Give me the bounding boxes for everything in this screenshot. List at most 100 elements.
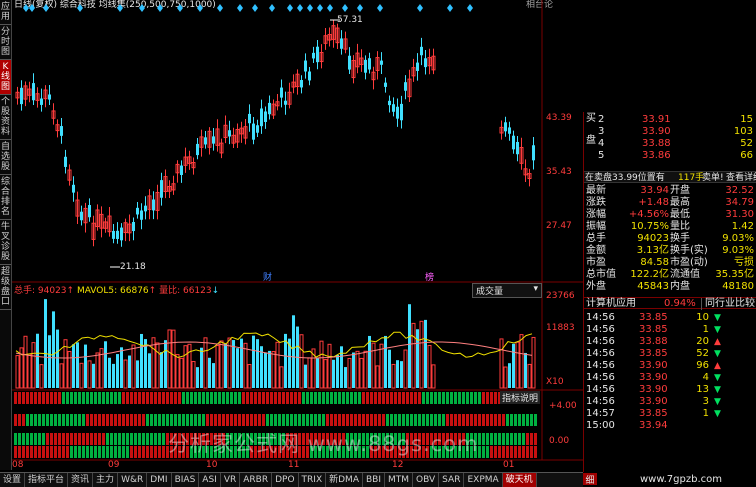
detail-tab[interactable]: 细	[583, 473, 597, 486]
indicator-cell	[510, 446, 513, 458]
finance-marker[interactable]: 财	[263, 270, 272, 283]
indicator-cell	[146, 433, 149, 445]
tab-指标平台[interactable]: 指标平台	[25, 473, 69, 487]
indicator-cell	[518, 446, 521, 458]
indicator-cell	[482, 433, 485, 445]
tab-sar[interactable]: SAR	[439, 473, 465, 487]
volume-bar	[359, 357, 364, 389]
candle-body	[368, 58, 371, 70]
volume-bar	[72, 344, 75, 388]
tick-row: 14:56 33.85 10 ▼	[584, 312, 756, 324]
volume-dropdown[interactable]: 成交量 ▾	[472, 283, 542, 298]
volume-bar	[167, 329, 172, 389]
indicator-cell	[82, 446, 85, 458]
indicator-cell	[62, 414, 65, 426]
tick-volume: 52	[696, 348, 709, 359]
volume-bar	[355, 350, 360, 389]
order-book-row[interactable]: 4 33.88 52	[584, 138, 756, 150]
tab-obv[interactable]: OBV	[413, 473, 440, 487]
tab-vr[interactable]: VR	[221, 473, 241, 487]
sell-notice[interactable]: 在卖盘33.99位置有 117手 卖单! 查看详细	[584, 171, 756, 183]
kline-chart-area[interactable]	[0, 0, 583, 472]
indicator-cell	[74, 433, 77, 445]
tab-mtm[interactable]: MTM	[385, 473, 414, 487]
indicator-cell	[282, 414, 285, 426]
high-price-label: 57.31	[337, 15, 363, 25]
legend-ratio: 量比: 66123	[159, 286, 212, 296]
indicator-cell	[38, 414, 41, 426]
tab-破天机[interactable]: 破天机	[502, 473, 537, 487]
indicator-cell	[234, 392, 237, 404]
tab-asi[interactable]: ASI	[199, 473, 221, 487]
tick-volume: 1	[702, 408, 709, 419]
tab-expma[interactable]: EXPMA	[464, 473, 503, 487]
volume-bar	[183, 345, 188, 389]
candle-body	[212, 136, 215, 144]
indicator-cell	[530, 446, 533, 458]
indicator-cell	[82, 392, 85, 404]
indicator-cell	[86, 414, 89, 426]
indicator-cell	[130, 446, 133, 458]
indicator-help-button[interactable]: 指标说明	[500, 391, 541, 404]
volume-bar	[379, 343, 384, 389]
tab-设置[interactable]: 设置	[0, 473, 26, 487]
volume-bar	[344, 367, 347, 388]
industry-compare-button[interactable]: 同行业比较	[701, 298, 755, 310]
indicator-cell	[110, 433, 113, 445]
candle-body	[508, 127, 511, 134]
tab-arbr[interactable]: ARBR	[240, 473, 273, 487]
sell-notice-link[interactable]: 查看详细	[726, 172, 756, 184]
stat-label: 振幅	[586, 221, 606, 232]
indicator-cell	[454, 414, 457, 426]
indicator-cell	[182, 392, 185, 404]
order-book-row[interactable]: 2 33.91 15	[584, 114, 756, 126]
stat-value: 32.52	[725, 185, 754, 196]
volume-bar	[368, 335, 371, 388]
candle-body	[532, 145, 535, 161]
order-book-row[interactable]: 3 33.90 103	[584, 126, 756, 138]
signal-diamond	[43, 4, 49, 12]
industry-name[interactable]: 计算机应用	[586, 298, 636, 310]
tab-新dma[interactable]: 新DMA	[326, 473, 363, 487]
indicator-cell	[34, 433, 37, 445]
indicator-cell	[498, 433, 501, 445]
tab-bbi[interactable]: BBI	[363, 473, 385, 487]
tab-w&r[interactable]: W&R	[118, 473, 148, 487]
indicator-cell	[86, 446, 89, 458]
indicator-cell	[470, 392, 473, 404]
tab-trix[interactable]: TRIX	[299, 473, 327, 487]
signal-diamond	[139, 4, 145, 12]
industry-row[interactable]: 计算机应用 0.94% 同行业比较	[584, 297, 756, 310]
tab-bias[interactable]: BIAS	[172, 473, 200, 487]
indicator-cell	[330, 414, 333, 426]
indicator-cell	[50, 392, 53, 404]
stat-label: 金额	[586, 245, 606, 256]
arrow-down-icon: ▼	[714, 409, 721, 419]
order-book-row[interactable]: 5 33.86 66	[584, 150, 756, 162]
indicator-cell	[438, 414, 441, 426]
indicator-cell	[46, 446, 49, 458]
indicator-cell	[406, 414, 409, 426]
candle-body	[304, 60, 307, 72]
rank-marker[interactable]: 榜	[425, 270, 434, 283]
tab-dpo[interactable]: DPO	[272, 473, 299, 487]
volume-bar	[84, 344, 87, 388]
indicator-cell	[490, 446, 493, 458]
x-axis-label: 12	[392, 460, 404, 470]
tab-主力[interactable]: 主力	[93, 473, 119, 487]
candle-body	[340, 38, 343, 49]
indicator-cell	[134, 414, 137, 426]
volume-bar	[271, 351, 276, 389]
indicator-cell	[26, 446, 29, 458]
tab-dmi[interactable]: DMI	[147, 473, 172, 487]
candle-body	[252, 123, 255, 140]
stats-row: 总手 94023 换手 9.03%	[584, 233, 756, 245]
indicator-cell	[394, 414, 397, 426]
indicator-cell	[414, 414, 417, 426]
indicator-cell	[130, 392, 133, 404]
indicator-cell	[450, 414, 453, 426]
tab-资讯[interactable]: 资讯	[68, 473, 94, 487]
indicator-cell	[534, 446, 537, 458]
indicator-cell	[14, 392, 17, 404]
x-axis-label: 08	[12, 460, 24, 470]
